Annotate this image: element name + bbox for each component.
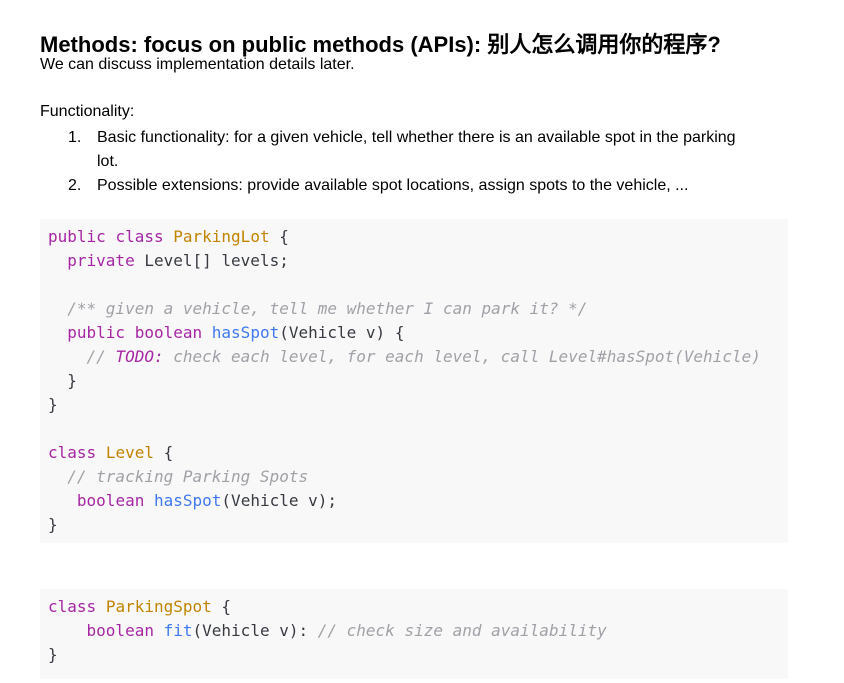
functionality-label: Functionality: [40,103,135,120]
code-line: } [48,369,77,393]
code-token: } [48,645,58,664]
code-token: class [115,227,164,246]
code-token: check each level, for each level, call L… [163,347,761,366]
list-item-number: 2. [68,177,82,194]
code-token: } [48,371,77,390]
code-line: public class ParkingLot { [48,225,289,249]
code-token: } [48,515,58,534]
code-token: TODO: [115,347,164,366]
code-token: (Vehicle v); [221,491,338,510]
code-token: boolean [134,323,203,342]
code-token: class [48,443,97,462]
code-token: } [48,395,58,414]
code-token: class [48,597,97,616]
code-line: public boolean hasSpot(Vehicle v) { [48,321,404,345]
code-line: // TODO: check each level, for each leve… [48,345,761,369]
list-item: 2. Possible extensions: provide availabl… [68,174,758,198]
code-token: // [86,347,116,366]
code-token: { [269,227,289,246]
code-block-parking-spot: class ParkingSpot { boolean fit(Vehicle … [40,589,788,679]
code-token: // tracking Parking Spots [67,467,309,486]
code-line: } [48,643,58,667]
code-token: { [153,443,174,462]
code-line: /** given a vehicle, tell me whether I c… [48,297,587,321]
code-line: // tracking Parking Spots [48,465,308,489]
code-token: boolean [86,621,154,640]
code-line: private Level[] levels; [48,249,289,273]
code-token: ParkingLot [173,227,270,246]
code-token: (Vehicle v): [192,621,318,640]
code-line: boolean fit(Vehicle v): // check size an… [48,619,607,643]
page-heading: Methods: focus on public methods (APIs):… [40,32,721,57]
list-item-text: Basic functionality: for a given vehicle… [97,129,736,170]
code-token: /** given a vehicle, tell me whether I c… [67,299,588,318]
code-line: class Level { [48,441,173,465]
code-line: } [48,513,58,537]
code-token: public [67,323,126,342]
code-token: (Vehicle v) { [279,323,405,342]
code-token: fit [163,621,193,640]
code-token: private [67,251,135,270]
list-item: 1. Basic functionality: for a given vehi… [68,126,758,174]
list-item-number: 1. [68,129,82,146]
code-token: Level[] levels; [134,251,289,270]
code-token: // check size and availability [317,621,607,640]
code-block-parking-lot: public class ParkingLot { private Level[… [40,219,788,543]
code-line: } [48,393,58,417]
code-token: { [211,597,232,616]
code-token: ParkingSpot [105,597,212,616]
code-token: boolean [76,491,145,510]
code-token: hasSpot [211,323,280,342]
code-token: Level [105,443,154,462]
code-line: class ParkingSpot { [48,595,231,619]
functionality-list: 1. Basic functionality: for a given vehi… [68,126,758,198]
code-line: boolean hasSpot(Vehicle v); [48,489,337,513]
list-item-text: Possible extensions: provide available s… [97,177,689,194]
code-token: hasSpot [153,491,222,510]
subtitle: We can discuss implementation details la… [40,56,355,73]
code-token: public [48,227,106,246]
